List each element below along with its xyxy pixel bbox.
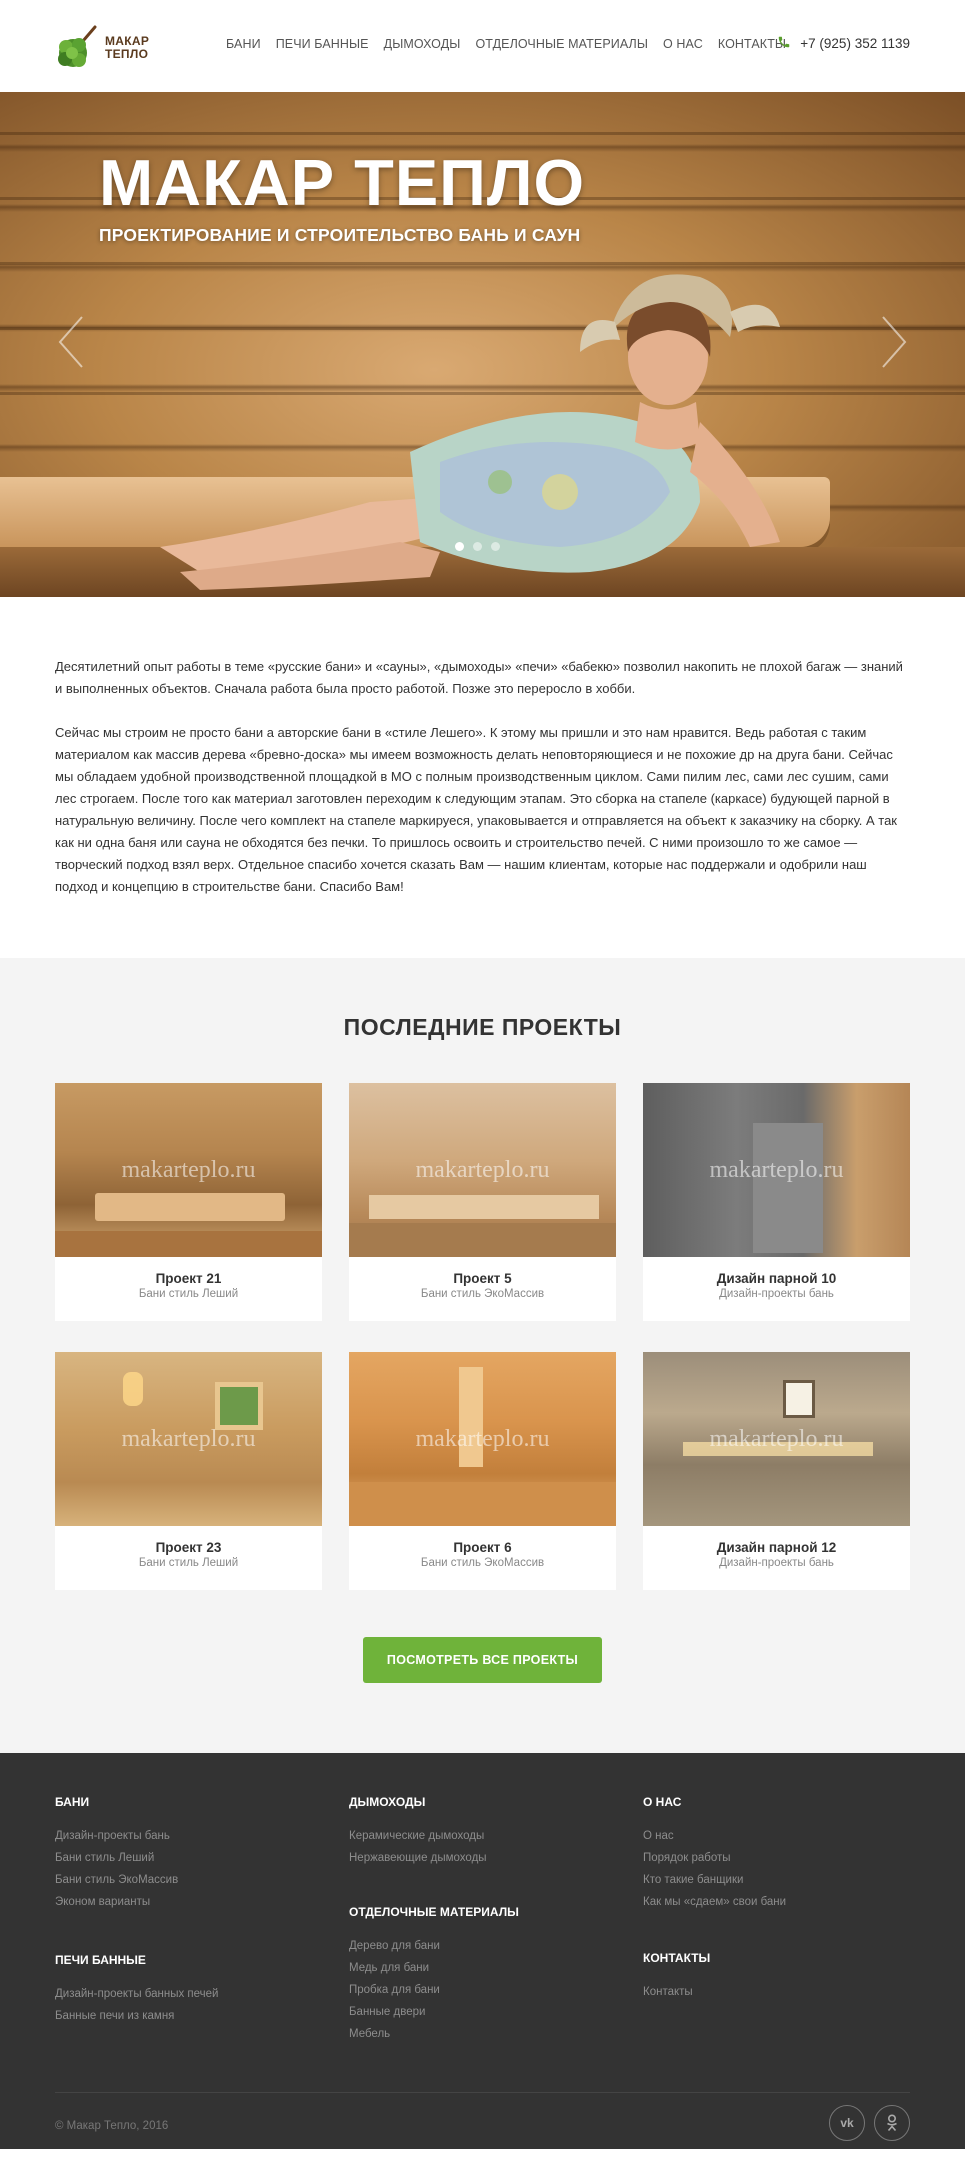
birch-broom-logo-icon: [55, 23, 101, 73]
projects-heading: ПОСЛЕДНИЕ ПРОЕКТЫ: [343, 1014, 622, 1040]
logo[interactable]: МАКАР ТЕПЛО: [55, 22, 165, 74]
projects-grid: makarteplo.ru Проект 21 Бани стиль Леший…: [55, 1083, 910, 1590]
project-title: Дизайн парной 10: [716, 1271, 837, 1286]
footer-link[interactable]: Мебель: [349, 2023, 519, 2045]
footer-link[interactable]: Порядок работы: [643, 1847, 786, 1869]
footer-link[interactable]: Пробка для бани: [349, 1979, 519, 2001]
nav-dymohody[interactable]: ДЫМОХОДЫ: [384, 37, 461, 51]
watermark: makarteplo.ru: [121, 1426, 256, 1452]
project-category: Дизайн-проекты бань: [719, 1288, 834, 1300]
nav-bani[interactable]: БАНИ: [226, 37, 261, 51]
project-photo: makarteplo.ru: [55, 1083, 322, 1257]
footer-heading-pechi[interactable]: ПЕЧИ БАННЫЕ: [55, 1953, 218, 1967]
footer-link[interactable]: Медь для бани: [349, 1957, 519, 1979]
project-category: Дизайн-проекты бань: [719, 1557, 834, 1569]
slider-prev-arrow-icon[interactable]: [52, 312, 92, 372]
footer-link[interactable]: Банные печи из камня: [55, 2005, 218, 2027]
project-title: Проект 5: [453, 1271, 512, 1286]
watermark: makarteplo.ru: [415, 1157, 550, 1183]
logo-text: МАКАР ТЕПЛО: [105, 35, 149, 61]
footer-link[interactable]: О нас: [643, 1825, 786, 1847]
project-photo: makarteplo.ru: [643, 1083, 910, 1257]
project-title: Дизайн парной 12: [716, 1540, 837, 1555]
site-footer: БАНИ Дизайн-проекты бань Бани стиль Леши…: [0, 1753, 965, 2149]
project-title: Проект 23: [155, 1540, 222, 1555]
footer-col-dymohody: ДЫМОХОДЫ Керамические дымоходы Нержавеющ…: [349, 1795, 487, 1869]
project-photo: makarteplo.ru: [349, 1352, 616, 1526]
project-title: Проект 21: [155, 1271, 222, 1286]
footer-link[interactable]: Дизайн-проекты бань: [55, 1825, 178, 1847]
slider-dot-2[interactable]: [473, 542, 482, 551]
nav-pechi[interactable]: ПЕЧИ БАННЫЕ: [276, 37, 369, 51]
footer-heading-otdelochnye[interactable]: ОТДЕЛОЧНЫЕ МАТЕРИАЛЫ: [349, 1905, 519, 1919]
footer-link[interactable]: Бани стиль ЭкоМассив: [55, 1869, 178, 1891]
about-paragraph-1: Десятилетний опыт работы в теме «русские…: [55, 659, 903, 696]
footer-link[interactable]: Бани стиль Леший: [55, 1847, 178, 1869]
project-card[interactable]: makarteplo.ru Проект 21 Бани стиль Леший: [55, 1083, 322, 1321]
watermark: makarteplo.ru: [709, 1426, 844, 1452]
footer-link[interactable]: Контакты: [643, 1981, 710, 2003]
footer-col-bani: БАНИ Дизайн-проекты бань Бани стиль Леши…: [55, 1795, 178, 1913]
watermark: makarteplo.ru: [121, 1157, 256, 1183]
project-photo: makarteplo.ru: [349, 1083, 616, 1257]
hero-title: МАКАР ТЕПЛО: [99, 146, 586, 219]
projects-section: ПОСЛЕДНИЕ ПРОЕКТЫ makarteplo.ru Проект 2…: [0, 958, 965, 1753]
footer-col-pechi: ПЕЧИ БАННЫЕ Дизайн-проекты банных печей …: [55, 1953, 218, 2027]
slider-dot-3[interactable]: [491, 542, 500, 551]
footer-link[interactable]: Эконом варианты: [55, 1891, 178, 1913]
project-title: Проект 6: [453, 1540, 512, 1555]
footer-col-otdelochnye: ОТДЕЛОЧНЫЕ МАТЕРИАЛЫ Дерево для бани Мед…: [349, 1905, 519, 2045]
footer-divider: [55, 2092, 910, 2093]
nav-kontakty[interactable]: КОНТАКТЫ: [718, 37, 786, 51]
footer-link[interactable]: Банные двери: [349, 2001, 519, 2023]
nav-otdelochnye[interactable]: ОТДЕЛОЧНЫЕ МАТЕРИАЛЫ: [475, 37, 648, 51]
phone-number: +7 (925) 352 1139: [800, 36, 910, 51]
about-section: Десятилетний опыт работы в теме «русские…: [0, 597, 965, 958]
footer-heading-o-nas[interactable]: О НАС: [643, 1795, 786, 1809]
footer-link[interactable]: Нержавеющие дымоходы: [349, 1847, 487, 1869]
about-paragraph-2: Сейчас мы строим не просто бани а авторс…: [55, 725, 897, 894]
watermark: makarteplo.ru: [709, 1157, 844, 1183]
copyright: © Макар Тепло, 2016: [55, 2120, 169, 2132]
slider-dot-1[interactable]: [455, 542, 464, 551]
vk-icon[interactable]: vk: [829, 2105, 865, 2141]
project-category: Бани стиль ЭкоМассив: [420, 1557, 545, 1569]
project-card[interactable]: makarteplo.ru Дизайн парной 12 Дизайн-пр…: [643, 1352, 910, 1590]
project-card[interactable]: makarteplo.ru Проект 23 Бани стиль Леший: [55, 1352, 322, 1590]
footer-link[interactable]: Керамические дымоходы: [349, 1825, 487, 1847]
footer-col-o-nas: О НАС О нас Порядок работы Кто такие бан…: [643, 1795, 786, 1913]
footer-col-kontakty: КОНТАКТЫ Контакты: [643, 1951, 710, 2003]
project-category: Бани стиль ЭкоМассив: [420, 1288, 545, 1300]
footer-link[interactable]: Дерево для бани: [349, 1935, 519, 1957]
slider-dots: [455, 542, 500, 551]
project-card[interactable]: makarteplo.ru Проект 6 Бани стиль ЭкоМас…: [349, 1352, 616, 1590]
hero-slider: МАКАР ТЕПЛО ПРОЕКТИРОВАНИЕ И СТРОИТЕЛЬСТ…: [0, 92, 965, 597]
project-card[interactable]: makarteplo.ru Дизайн парной 10 Дизайн-пр…: [643, 1083, 910, 1321]
project-card[interactable]: makarteplo.ru Проект 5 Бани стиль ЭкоМас…: [349, 1083, 616, 1321]
phone-icon: [777, 35, 791, 52]
site-header: МАКАР ТЕПЛО БАНИ ПЕЧИ БАННЫЕ ДЫМОХОДЫ ОТ…: [0, 0, 965, 92]
header-phone[interactable]: +7 (925) 352 1139: [777, 35, 910, 52]
footer-heading-dymohody[interactable]: ДЫМОХОДЫ: [349, 1795, 487, 1809]
project-category: Бани стиль Леший: [138, 1557, 239, 1569]
slider-next-arrow-icon[interactable]: [873, 312, 913, 372]
nav-o-nas[interactable]: О НАС: [663, 37, 703, 51]
project-photo: makarteplo.ru: [643, 1352, 910, 1526]
project-photo: makarteplo.ru: [55, 1352, 322, 1526]
footer-link[interactable]: Дизайн-проекты банных печей: [55, 1983, 218, 2005]
footer-link[interactable]: Как мы «сдаем» свои бани: [643, 1891, 786, 1913]
project-category: Бани стиль Леший: [138, 1288, 239, 1300]
footer-heading-bani[interactable]: БАНИ: [55, 1795, 178, 1809]
logo-line-2: ТЕПЛО: [105, 47, 149, 61]
footer-link[interactable]: Кто такие банщики: [643, 1869, 786, 1891]
main-nav: БАНИ ПЕЧИ БАННЫЕ ДЫМОХОДЫ ОТДЕЛОЧНЫЕ МАТ…: [226, 37, 786, 51]
footer-heading-kontakty[interactable]: КОНТАКТЫ: [643, 1951, 710, 1965]
watermark: makarteplo.ru: [415, 1426, 550, 1452]
odnoklassniki-icon[interactable]: [874, 2105, 910, 2141]
hero-subtitle: ПРОЕКТИРОВАНИЕ И СТРОИТЕЛЬСТВО БАНЬ И СА…: [99, 225, 581, 245]
hero-overlay: МАКАР ТЕПЛО ПРОЕКТИРОВАНИЕ И СТРОИТЕЛЬСТ…: [0, 92, 965, 597]
view-all-projects-button[interactable]: ПОСМОТРЕТЬ ВСЕ ПРОЕКТЫ: [363, 1637, 602, 1683]
